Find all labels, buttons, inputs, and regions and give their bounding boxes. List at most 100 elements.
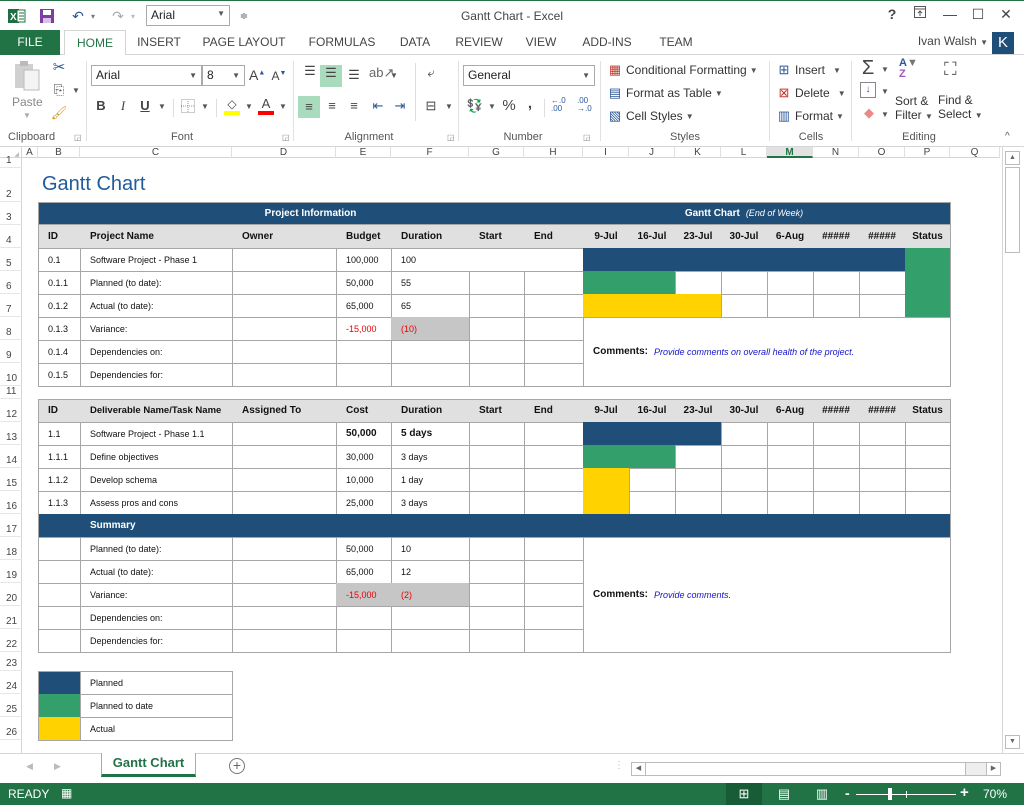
- tab-file[interactable]: FILE: [0, 30, 60, 55]
- summary-cell-d[interactable]: [232, 537, 337, 561]
- gantt-bar-cell[interactable]: [859, 422, 906, 446]
- tab-data[interactable]: DATA: [392, 30, 438, 55]
- week-header[interactable]: 9-Jul: [583, 225, 630, 249]
- column-header-m[interactable]: M: [767, 147, 813, 158]
- insert-cells-button[interactable]: ⊞ Insert ▼: [775, 60, 841, 80]
- legend-label[interactable]: Actual: [80, 717, 233, 741]
- table1-cell-id[interactable]: 0.1.4: [38, 340, 81, 364]
- row-header-25[interactable]: 25: [0, 694, 22, 717]
- column-header-j[interactable]: J: [629, 147, 675, 158]
- gantt-bar-cell[interactable]: [767, 468, 814, 492]
- column-header-e[interactable]: E: [336, 147, 391, 158]
- table1-cell-id[interactable]: 0.1.3: [38, 317, 81, 341]
- bottom-align-icon[interactable]: ☰: [344, 67, 364, 87]
- week-header[interactable]: 6-Aug: [767, 399, 814, 423]
- column-header-i[interactable]: I: [583, 147, 629, 158]
- find-select-button[interactable]: ⛶ Find & Select ▼: [938, 58, 983, 130]
- week-header[interactable]: 23-Jul: [675, 399, 722, 423]
- tab-split-handle-icon[interactable]: ⋮: [614, 760, 624, 771]
- table2-cell-start[interactable]: [469, 468, 525, 492]
- table1-cell-name[interactable]: Variance:: [80, 317, 233, 341]
- table2-cell-name[interactable]: Define objectives: [80, 445, 233, 469]
- summary-cell-duration[interactable]: 12: [391, 560, 470, 584]
- format-painter-icon[interactable]: 🖌: [50, 105, 68, 121]
- gantt-bar-cell[interactable]: [813, 248, 860, 272]
- gantt-bar-cell[interactable]: [767, 271, 814, 295]
- increase-indent-icon[interactable]: ⇥: [390, 98, 410, 114]
- week-header[interactable]: 30-Jul: [721, 225, 768, 249]
- table1-cell-owner[interactable]: [232, 271, 337, 295]
- row-header-26[interactable]: 26: [0, 717, 22, 740]
- summary-cell-h[interactable]: [524, 537, 584, 561]
- row-header-13[interactable]: 13: [0, 422, 22, 445]
- column-header-d[interactable]: D: [232, 147, 336, 158]
- vertical-scroll-thumb[interactable]: [1005, 167, 1020, 253]
- minimize-button[interactable]: —: [938, 6, 962, 26]
- column-header-f[interactable]: F: [391, 147, 469, 158]
- scroll-up-button[interactable]: ▲: [1005, 151, 1020, 165]
- summary-cell-name[interactable]: Actual (to date):: [80, 560, 233, 584]
- table2-cell-duration[interactable]: 3 days: [391, 491, 470, 515]
- gantt-bar-cell[interactable]: [583, 445, 630, 469]
- tab-team[interactable]: TEAM: [650, 30, 702, 55]
- table2-cell-duration[interactable]: 5 days: [391, 422, 470, 446]
- summary-cell-name[interactable]: Dependencies for:: [80, 629, 233, 653]
- font-launcher-icon[interactable]: ◲: [282, 133, 290, 142]
- table1-cell-duration[interactable]: 65: [391, 294, 470, 318]
- table2-header-assigned-to[interactable]: Assigned To: [232, 399, 337, 423]
- comments-text[interactable]: Provide comments on overall health of th…: [654, 347, 854, 357]
- table1-cell-budget[interactable]: [336, 340, 392, 364]
- gantt-bar-cell[interactable]: [721, 294, 768, 318]
- gantt-bar-cell[interactable]: [583, 294, 630, 318]
- summary-cell-b[interactable]: [38, 583, 81, 607]
- gantt-bar-cell[interactable]: [629, 248, 676, 272]
- table1-cell-owner[interactable]: [232, 294, 337, 318]
- gantt-bar-cell[interactable]: [859, 294, 906, 318]
- row-header-23[interactable]: 23: [0, 652, 22, 671]
- cell-styles-button[interactable]: ▧ Cell Styles ▼: [606, 106, 694, 126]
- table1-cell-start[interactable]: [469, 294, 525, 318]
- table1-cell-end[interactable]: [524, 317, 584, 341]
- wrap-text-icon[interactable]: ⤶: [421, 65, 441, 81]
- top-align-icon[interactable]: ☰: [300, 63, 320, 83]
- row-header-18[interactable]: 18: [0, 537, 22, 560]
- table1-cell-budget[interactable]: 100,000: [336, 248, 392, 272]
- table1-cell-owner[interactable]: [232, 340, 337, 364]
- table2-cell-id[interactable]: 1.1: [38, 422, 81, 446]
- gantt-bar-cell[interactable]: [675, 248, 722, 272]
- clear-icon[interactable]: ◆: [860, 105, 878, 121]
- gantt-bar-cell[interactable]: [721, 271, 768, 295]
- tab-review[interactable]: REVIEW: [448, 30, 510, 55]
- status-cell[interactable]: [905, 422, 951, 446]
- font-color-dropdown-icon[interactable]: ▼: [279, 102, 287, 111]
- tab-insert[interactable]: INSERT: [130, 30, 188, 55]
- table1-header-id[interactable]: ID: [38, 225, 81, 249]
- summary-cell-d[interactable]: [232, 583, 337, 607]
- table1-cell-budget[interactable]: [336, 363, 392, 387]
- table2-header-duration[interactable]: Duration: [391, 399, 470, 423]
- decrease-indent-icon[interactable]: ⇤: [368, 98, 388, 114]
- sort-filter-button[interactable]: A▼ Z Sort & Filter ▼: [895, 58, 935, 130]
- column-header-o[interactable]: O: [859, 147, 905, 158]
- number-format-select[interactable]: General ▼: [463, 65, 595, 86]
- gantt-bar-cell[interactable]: [813, 422, 860, 446]
- table1-cell-owner[interactable]: [232, 248, 337, 272]
- gantt-bar-cell[interactable]: [859, 491, 906, 515]
- align-center-icon[interactable]: ≡: [322, 98, 342, 113]
- summary-cell-duration[interactable]: 10: [391, 537, 470, 561]
- summary-cell-cost[interactable]: [336, 629, 392, 653]
- table2-cell-assigned[interactable]: [232, 445, 337, 469]
- increase-decimal-icon[interactable]: ←.0.00: [551, 97, 566, 113]
- gantt-bar-cell[interactable]: [813, 491, 860, 515]
- summary-cell-d[interactable]: [232, 560, 337, 584]
- bold-button[interactable]: B: [95, 98, 107, 113]
- row-header-9[interactable]: 9: [0, 340, 22, 363]
- summary-cell-name[interactable]: Planned (to date):: [80, 537, 233, 561]
- table1-cell-name[interactable]: Dependencies on:: [80, 340, 233, 364]
- paste-button[interactable]: [12, 60, 42, 96]
- status-header[interactable]: Status: [905, 225, 951, 249]
- gantt-bar-cell[interactable]: [767, 422, 814, 446]
- table2-cell-start[interactable]: [469, 422, 525, 446]
- summary-cell-b[interactable]: [38, 606, 81, 630]
- table1-header-end[interactable]: End: [524, 225, 584, 249]
